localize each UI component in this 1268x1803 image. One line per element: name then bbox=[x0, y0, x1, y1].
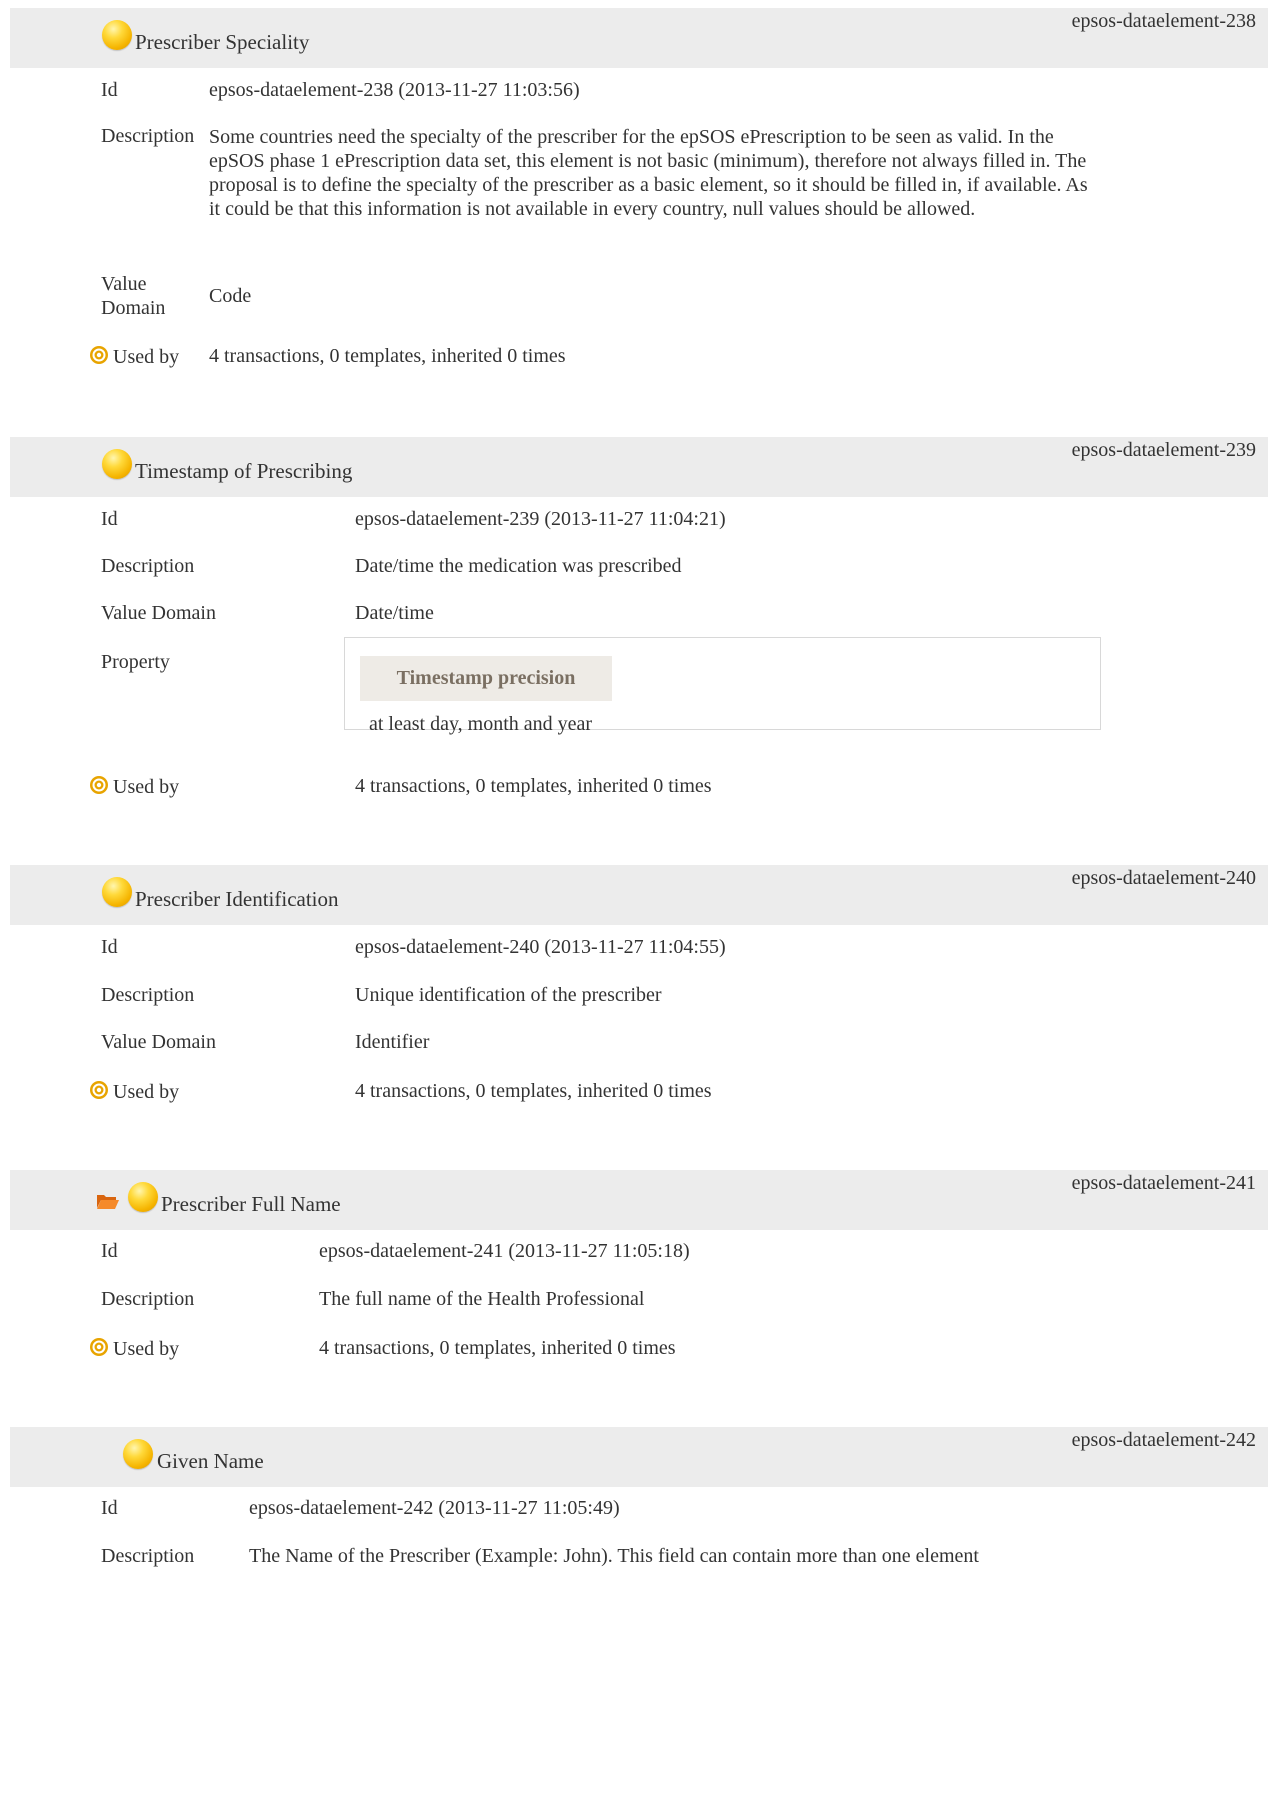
used-by-text: Used by bbox=[113, 1081, 180, 1103]
id-label: Id bbox=[101, 1240, 118, 1262]
id-label: Id bbox=[101, 79, 118, 101]
target-icon bbox=[90, 1081, 108, 1099]
used-by-text: Used by bbox=[113, 346, 180, 368]
property-name: Timestamp precision bbox=[360, 656, 612, 701]
concept-id-tag: epsos-dataelement-242 bbox=[1071, 1429, 1256, 1451]
used-by-label[interactable]: Used by bbox=[89, 345, 179, 369]
value-domain-label-line1: Value bbox=[101, 273, 147, 295]
used-by-label[interactable]: Used by bbox=[89, 1080, 179, 1104]
used-by-text: Used by bbox=[113, 1338, 180, 1360]
concept-title: Timestamp of Prescribing bbox=[135, 459, 353, 483]
description-label: Description bbox=[101, 555, 195, 577]
id-label: Id bbox=[101, 508, 118, 530]
value-domain-label: Value Domain bbox=[101, 272, 165, 320]
yellow-ball-icon bbox=[123, 1439, 153, 1469]
property-value: at least day, month and year bbox=[369, 713, 593, 735]
concept-title: Given Name bbox=[157, 1449, 264, 1473]
concept-header[interactable]: Prescriber Full Name epsos-dataelement-2… bbox=[10, 1170, 1268, 1230]
property-box: Timestamp precision at least day, month … bbox=[344, 637, 1101, 735]
id-label: Id bbox=[101, 1497, 118, 1519]
concept-id-tag: epsos-dataelement-238 bbox=[1071, 10, 1256, 32]
description-value: The Name of the Prescriber (Example: Joh… bbox=[249, 1545, 979, 1567]
description-value: The full name of the Health Professional bbox=[319, 1288, 645, 1310]
yellow-ball-icon bbox=[102, 877, 132, 907]
concept-header[interactable]: Prescriber Speciality epsos-dataelement-… bbox=[10, 8, 1268, 68]
used-by-label[interactable]: Used by bbox=[89, 1337, 179, 1361]
concept-id-tag: epsos-dataelement-241 bbox=[1071, 1172, 1256, 1194]
value-domain-label: Value Domain bbox=[101, 1031, 216, 1053]
concept-id-tag: epsos-dataelement-239 bbox=[1071, 439, 1256, 461]
open-folder-icon[interactable] bbox=[96, 1192, 120, 1210]
concept-title: Prescriber Full Name bbox=[161, 1192, 341, 1216]
target-icon bbox=[90, 1338, 108, 1356]
id-value: epsos-dataelement-238 (2013-11-27 11:03:… bbox=[209, 79, 580, 101]
yellow-ball-icon bbox=[102, 20, 132, 50]
target-icon bbox=[90, 776, 108, 794]
yellow-ball-icon bbox=[102, 449, 132, 479]
description-value: Some countries need the specialty of the… bbox=[209, 126, 1088, 220]
used-by-value: 4 transactions, 0 templates, inherited 0… bbox=[355, 775, 712, 797]
description-label: Description bbox=[101, 125, 195, 147]
property-label: Property bbox=[101, 651, 170, 673]
description-label: Description bbox=[101, 1545, 195, 1567]
used-by-text: Used by bbox=[113, 776, 180, 798]
used-by-value: 4 transactions, 0 templates, inherited 0… bbox=[355, 1080, 712, 1102]
description-label: Description bbox=[101, 984, 195, 1006]
used-by-value: 4 transactions, 0 templates, inherited 0… bbox=[319, 1337, 676, 1359]
description-value: Date/time the medication was prescribed bbox=[355, 555, 682, 577]
used-by-label[interactable]: Used by bbox=[89, 775, 179, 799]
description-value: Unique identification of the prescriber bbox=[355, 984, 662, 1006]
used-by-value: 4 transactions, 0 templates, inherited 0… bbox=[209, 345, 566, 367]
concept-header[interactable]: Given Name epsos-dataelement-242 bbox=[10, 1427, 1268, 1487]
description-label: Description bbox=[101, 1288, 195, 1310]
id-value: epsos-dataelement-239 (2013-11-27 11:04:… bbox=[355, 508, 726, 530]
id-value: epsos-dataelement-241 (2013-11-27 11:05:… bbox=[319, 1240, 690, 1262]
target-icon bbox=[90, 346, 108, 364]
concept-id-tag: epsos-dataelement-240 bbox=[1071, 867, 1256, 889]
id-value: epsos-dataelement-242 (2013-11-27 11:05:… bbox=[249, 1497, 620, 1519]
concept-title: Prescriber Speciality bbox=[135, 30, 310, 54]
value-domain-label: Value Domain bbox=[101, 602, 216, 624]
concept-header[interactable]: Timestamp of Prescribing epsos-dataeleme… bbox=[10, 437, 1268, 497]
value-domain-label-line2: Domain bbox=[101, 297, 166, 319]
value-domain-value: Date/time bbox=[355, 602, 434, 624]
concept-header[interactable]: Prescriber Identification epsos-dataelem… bbox=[10, 865, 1268, 925]
value-domain-value: Code bbox=[209, 285, 252, 307]
id-value: epsos-dataelement-240 (2013-11-27 11:04:… bbox=[355, 936, 726, 958]
concept-title: Prescriber Identification bbox=[135, 887, 339, 911]
id-label: Id bbox=[101, 936, 118, 958]
yellow-ball-icon bbox=[128, 1182, 158, 1212]
value-domain-value: Identifier bbox=[355, 1031, 430, 1053]
